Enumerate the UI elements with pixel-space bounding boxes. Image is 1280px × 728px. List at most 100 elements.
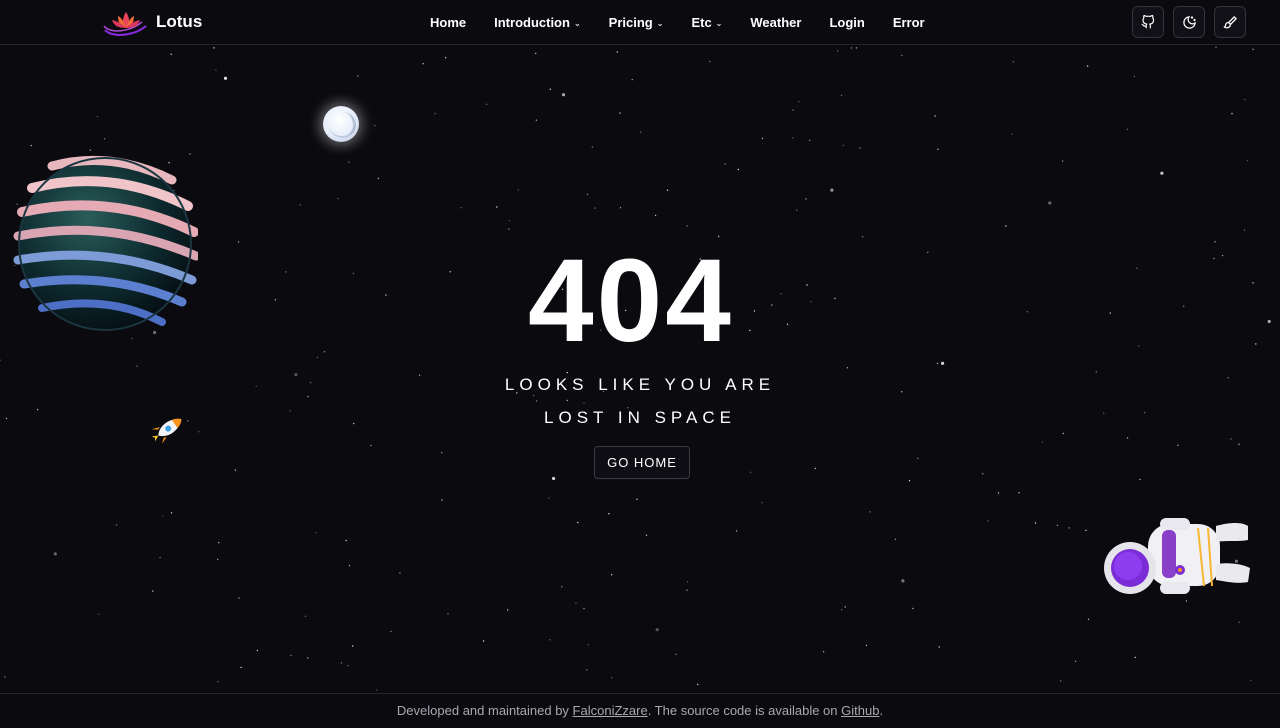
star — [805, 198, 807, 200]
star — [1062, 160, 1064, 162]
nav-pricing-dropdown[interactable]: Pricing ⌄ — [609, 15, 664, 30]
star — [709, 60, 711, 63]
star — [901, 579, 905, 583]
star — [840, 94, 843, 97]
nav-home[interactable]: Home — [430, 15, 466, 30]
star — [352, 645, 354, 647]
brand-link[interactable]: Lotus — [102, 8, 202, 36]
star — [577, 521, 579, 524]
star — [850, 47, 853, 49]
star — [1034, 522, 1037, 524]
star — [830, 188, 834, 192]
star — [1068, 527, 1070, 529]
theme-toggle-button[interactable] — [1173, 6, 1205, 38]
star — [30, 144, 32, 147]
nav-weather[interactable]: Weather — [750, 15, 801, 30]
star — [162, 515, 164, 517]
star — [1011, 133, 1013, 135]
nav-home-label: Home — [430, 14, 467, 30]
star — [583, 607, 585, 610]
customize-button[interactable] — [1214, 6, 1246, 38]
star — [1238, 621, 1240, 623]
nav-introduction-dropdown[interactable]: Introduction ⌄ — [494, 15, 581, 30]
github-icon — [1141, 15, 1155, 29]
moon-icon — [1182, 15, 1196, 29]
star — [611, 677, 613, 679]
star — [587, 644, 590, 646]
star — [96, 116, 99, 118]
star — [53, 552, 57, 556]
nav-login[interactable]: Login — [829, 15, 864, 30]
star — [345, 539, 347, 542]
star — [724, 163, 726, 165]
star — [299, 204, 301, 206]
star — [1134, 656, 1136, 659]
nav-error-label: Error — [892, 14, 925, 30]
nav-error[interactable]: Error — [893, 15, 925, 30]
star — [508, 220, 511, 222]
star — [1085, 529, 1087, 532]
author-link[interactable]: FalconiZzare — [573, 703, 648, 718]
star — [987, 520, 989, 522]
chevron-down-icon: ⌄ — [573, 18, 581, 28]
star — [390, 630, 392, 633]
star — [217, 681, 219, 683]
star — [894, 538, 897, 540]
star — [1160, 171, 1164, 175]
lotus-logo-icon — [103, 12, 147, 36]
star — [376, 689, 378, 691]
star — [1250, 679, 1252, 682]
star — [535, 52, 537, 55]
star — [792, 137, 794, 139]
star — [215, 69, 217, 71]
star — [591, 146, 593, 148]
github-button[interactable] — [1132, 6, 1164, 38]
star — [374, 125, 376, 127]
star — [1215, 46, 1217, 48]
star — [98, 613, 100, 615]
moon-illustration — [323, 106, 359, 142]
star — [575, 602, 577, 604]
star — [859, 147, 861, 149]
github-repo-link[interactable]: Github — [841, 703, 879, 718]
star — [666, 189, 669, 191]
star — [115, 524, 118, 526]
star — [508, 228, 510, 230]
star — [517, 189, 519, 191]
star — [837, 50, 839, 52]
astronaut-illustration — [1104, 518, 1250, 594]
star — [357, 75, 359, 77]
error-code: 404 — [528, 235, 734, 367]
star — [347, 664, 349, 667]
star — [640, 131, 642, 133]
star — [240, 666, 242, 669]
star — [422, 63, 424, 65]
footer-text-3: . — [879, 703, 884, 718]
star — [737, 168, 739, 171]
nav-introduction-label: Introduction — [494, 14, 570, 30]
star — [290, 654, 292, 657]
star — [645, 534, 648, 536]
nav-etc-dropdown[interactable]: Etc ⌄ — [691, 15, 722, 30]
star — [735, 530, 738, 532]
star — [686, 581, 689, 583]
star — [159, 556, 161, 559]
go-home-button[interactable]: GO HOME — [594, 446, 690, 479]
star — [686, 225, 688, 227]
star — [1246, 159, 1249, 162]
star — [441, 499, 443, 501]
star — [561, 93, 566, 97]
star — [1133, 75, 1136, 78]
star — [855, 47, 858, 49]
star — [348, 564, 351, 567]
star — [1074, 660, 1077, 662]
star — [549, 639, 551, 641]
chevron-down-icon: ⌄ — [656, 18, 664, 28]
star — [238, 597, 240, 599]
star — [1243, 229, 1246, 231]
nav-icon-group — [1132, 6, 1246, 38]
star — [840, 609, 843, 611]
star — [1252, 48, 1254, 50]
star — [1244, 98, 1246, 101]
star — [315, 532, 317, 534]
